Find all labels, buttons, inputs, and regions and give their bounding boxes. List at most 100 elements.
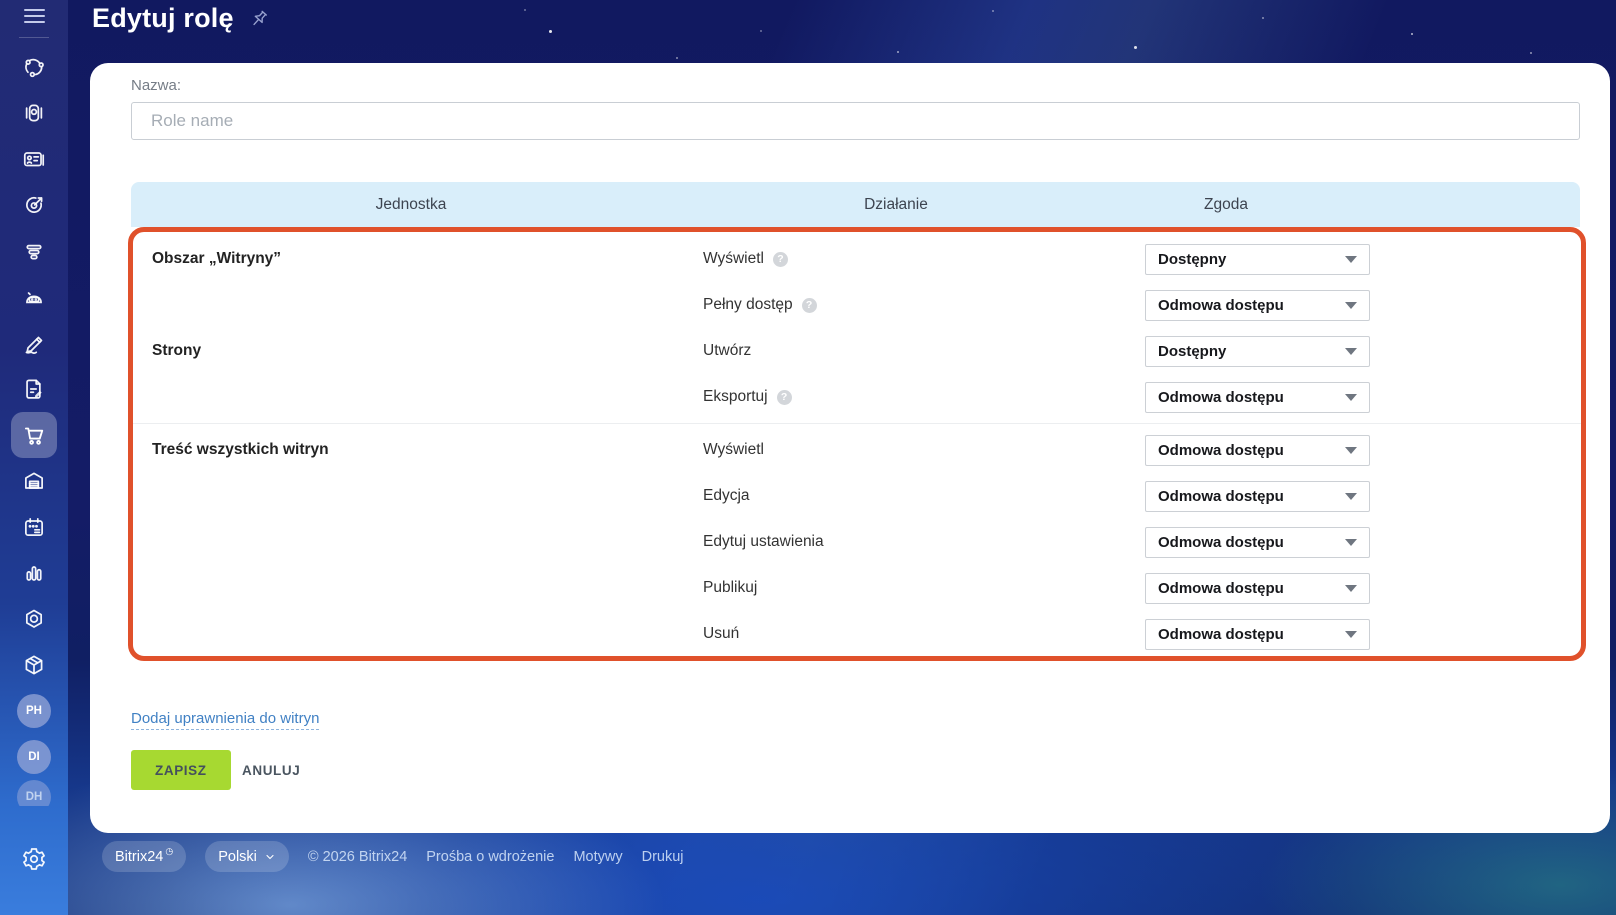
bitrix24-brand-pill[interactable]: Bitrix24 ◷ bbox=[102, 841, 187, 872]
action-label: Edytuj ustawienia bbox=[703, 533, 824, 550]
permissions-table-header: Jednostka Działanie Zgoda bbox=[131, 182, 1580, 227]
sidebar-item-sign[interactable] bbox=[11, 320, 57, 366]
edit-role-card: Nazwa: Jednostka Działanie Zgoda Obszar … bbox=[90, 63, 1610, 833]
shopping-cart-icon bbox=[24, 427, 44, 445]
brand-clock-mark: ◷ bbox=[165, 846, 174, 856]
save-button[interactable]: ZAPISZ bbox=[131, 750, 231, 790]
sidebar-item-sales[interactable] bbox=[11, 228, 57, 274]
consent-dropdown[interactable]: Odmowa dostępu bbox=[1145, 572, 1370, 604]
star-dot bbox=[1530, 52, 1532, 54]
star-dot bbox=[897, 51, 899, 53]
chevron-down-icon bbox=[266, 854, 274, 859]
document-edit-icon bbox=[26, 379, 42, 399]
sidebar-avatar-di[interactable]: DI bbox=[11, 734, 57, 780]
permission-group: Treść wszystkich witryn Wyświetl Odmowa do… bbox=[133, 423, 1581, 656]
sidebar-item-settings[interactable] bbox=[11, 836, 57, 882]
star-dot bbox=[760, 30, 762, 32]
star-dot bbox=[1134, 46, 1137, 49]
caret-down-icon bbox=[1345, 492, 1357, 500]
sidebar-item-marketing[interactable] bbox=[11, 182, 57, 228]
avatar: DH bbox=[17, 780, 51, 806]
sidebar: PH DI DH bbox=[0, 0, 68, 915]
pin-icon[interactable] bbox=[248, 8, 270, 35]
consent-value: Odmowa dostępu bbox=[1158, 579, 1284, 597]
caret-down-icon bbox=[1345, 630, 1357, 638]
messenger-icon bbox=[25, 104, 43, 122]
calendar-icon bbox=[25, 518, 43, 536]
funnel-icon bbox=[26, 244, 42, 260]
help-icon[interactable]: ? bbox=[801, 297, 817, 313]
network-icon bbox=[25, 58, 44, 78]
consent-value: Odmowa dostępu bbox=[1158, 625, 1284, 643]
bar-chart-icon bbox=[26, 566, 42, 581]
action-label: Edycja bbox=[703, 487, 750, 504]
permission-row: Utwórz Dostępny bbox=[703, 328, 1581, 374]
permission-row: Edytuj ustawienia Odmowa dostępu bbox=[703, 519, 1581, 565]
sidebar-item-automation[interactable] bbox=[11, 596, 57, 642]
menu-hamburger-icon[interactable] bbox=[23, 9, 45, 27]
permission-row: Wyświetl Odmowa dostępu bbox=[703, 427, 1581, 473]
role-name-input[interactable] bbox=[131, 102, 1580, 140]
action-label: Wyświetl bbox=[703, 441, 765, 458]
sidebar-avatar-ph[interactable]: PH bbox=[11, 688, 57, 734]
consent-value: Odmowa dostępu bbox=[1158, 533, 1284, 551]
consent-dropdown[interactable]: Odmowa dostępu bbox=[1145, 381, 1370, 413]
action-label: Publikuj bbox=[703, 579, 758, 596]
consent-dropdown[interactable]: Odmowa dostępu bbox=[1145, 434, 1370, 466]
entity-label: Obszar „Witryny” bbox=[152, 250, 282, 267]
sidebar-item-analytics[interactable] bbox=[11, 550, 57, 596]
caret-down-icon bbox=[1345, 538, 1357, 546]
footer-link-implementation[interactable]: Prośba o wdrożenie bbox=[426, 849, 554, 865]
language-selector[interactable]: Polski bbox=[205, 841, 289, 872]
consent-dropdown[interactable]: Dostępny bbox=[1145, 243, 1370, 275]
column-header-action: Działanie bbox=[864, 195, 928, 213]
caret-down-icon bbox=[1345, 347, 1357, 355]
cube-icon bbox=[25, 655, 43, 675]
help-icon[interactable]: ? bbox=[773, 251, 789, 267]
consent-dropdown[interactable]: Odmowa dostępu bbox=[1145, 526, 1370, 558]
signature-pen-icon bbox=[25, 336, 43, 354]
caret-down-icon bbox=[1345, 255, 1357, 263]
permission-row: Edycja Odmowa dostępu bbox=[703, 473, 1581, 519]
column-header-consent: Zgoda bbox=[1204, 195, 1248, 213]
caret-down-icon bbox=[1345, 393, 1357, 401]
footer-link-themes[interactable]: Motywy bbox=[573, 849, 622, 865]
sidebar-item-catalog[interactable] bbox=[11, 642, 57, 688]
action-label: Eksportuj bbox=[703, 388, 768, 405]
caret-down-icon bbox=[1345, 301, 1357, 309]
sidebar-item-network[interactable] bbox=[11, 44, 57, 90]
sidebar-item-messenger[interactable] bbox=[11, 90, 57, 136]
star-dot bbox=[549, 30, 552, 33]
avatar: PH bbox=[17, 694, 51, 728]
action-label: Utwórz bbox=[703, 342, 752, 359]
entity-label: Strony bbox=[152, 342, 202, 359]
help-icon[interactable]: ? bbox=[776, 389, 792, 405]
warehouse-icon bbox=[25, 472, 43, 489]
sidebar-item-calendar[interactable] bbox=[11, 504, 57, 550]
permission-row: Eksportuj? Odmowa dostępu bbox=[703, 374, 1581, 420]
consent-value: Odmowa dostępu bbox=[1158, 388, 1284, 406]
add-site-permissions-link[interactable]: Dodaj uprawnienia do witryn bbox=[131, 710, 320, 730]
permissions-body-highlight-border: Obszar „Witryny” Wyświetl? Dostępny Pełny d… bbox=[128, 227, 1586, 661]
robot-icon bbox=[26, 292, 42, 304]
footer: Bitrix24 ◷ Polski © 2026 Bitrix24 Prośba … bbox=[102, 841, 684, 872]
sidebar-item-crm[interactable] bbox=[11, 136, 57, 182]
consent-dropdown[interactable]: Odmowa dostępu bbox=[1145, 480, 1370, 512]
star-dot bbox=[1262, 17, 1264, 19]
footer-link-print[interactable]: Drukuj bbox=[642, 849, 684, 865]
consent-dropdown[interactable]: Odmowa dostępu bbox=[1145, 289, 1370, 321]
sidebar-item-sites-shop[interactable] bbox=[11, 412, 57, 458]
sidebar-avatar-dh[interactable]: DH bbox=[11, 780, 57, 806]
sidebar-item-warehouse[interactable] bbox=[11, 458, 57, 504]
consent-dropdown[interactable]: Dostępny bbox=[1145, 335, 1370, 367]
permission-row: Wyświetl? Dostępny bbox=[703, 236, 1581, 282]
sidebar-item-ai[interactable] bbox=[11, 274, 57, 320]
contact-card-icon bbox=[23, 152, 45, 167]
cancel-button[interactable]: ANULUJ bbox=[242, 750, 300, 790]
permission-row: Publikuj Odmowa dostępu bbox=[703, 565, 1581, 611]
sidebar-item-documents[interactable] bbox=[11, 366, 57, 412]
consent-dropdown[interactable]: Odmowa dostępu bbox=[1145, 618, 1370, 650]
name-label: Nazwa: bbox=[131, 77, 182, 94]
permission-group: Strony Utwórz Dostępny Eksportuj? Odmowa dos… bbox=[133, 328, 1581, 420]
entity-label: Treść wszystkich witryn bbox=[152, 441, 329, 458]
